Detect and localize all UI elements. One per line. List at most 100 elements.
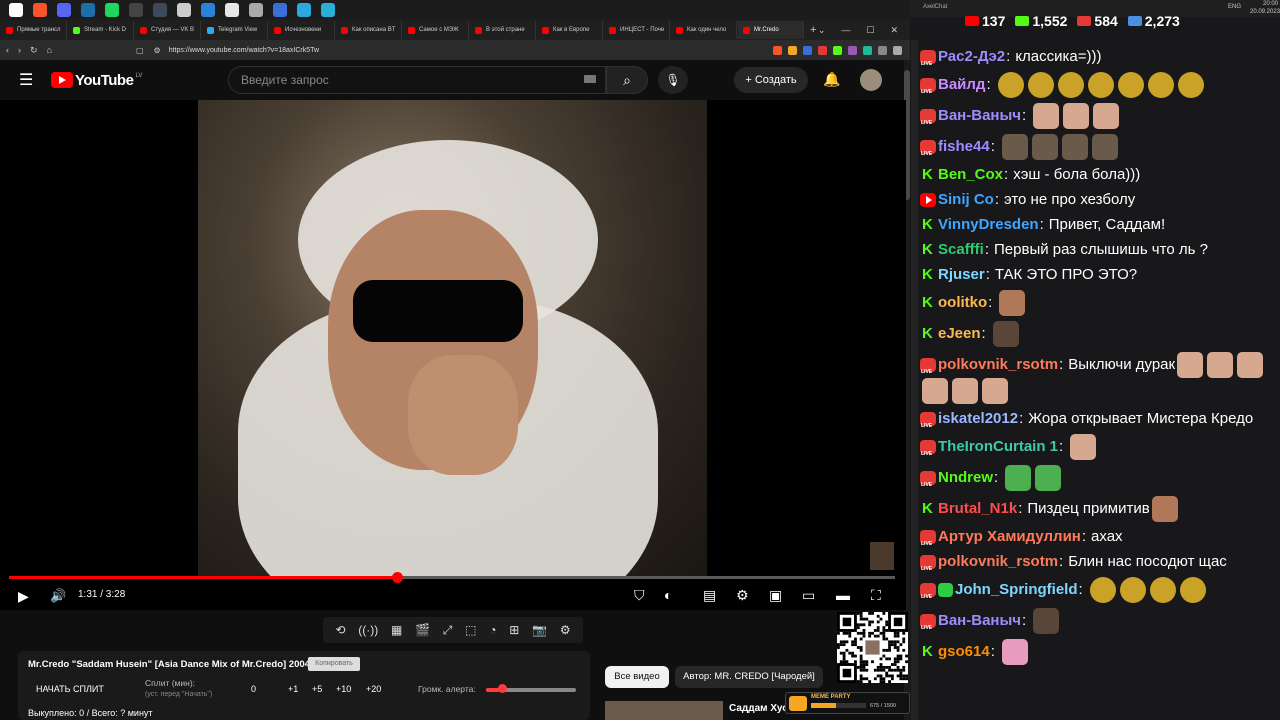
chat-username[interactable]: Rjuser [938,265,985,285]
chat-username[interactable]: polkovnik_rsotm [938,355,1058,375]
brave-shield-icon[interactable] [773,45,782,55]
recommendation-title[interactable]: Саддам Хус [729,703,788,714]
close-window-button[interactable]: ✕ [890,25,898,36]
subtitles-icon[interactable]: ▤ [703,587,716,604]
browser-tab[interactable]: Как один чело [671,21,737,39]
forward-button[interactable]: › [18,45,21,55]
split-value[interactable]: 0 [251,684,256,694]
windows-icon[interactable] [9,3,23,17]
chat-username[interactable]: Brutal_N1k [938,499,1017,519]
chat-username[interactable]: TheIronCurtain 1 [938,437,1058,457]
keyboard-icon[interactable] [584,75,596,83]
youtube-logo[interactable]: YouTube LV [51,72,142,89]
toolbar-settings-icon[interactable]: ⚙ [560,623,571,637]
discord-icon[interactable] [57,3,71,17]
minimize-button[interactable]: — [841,25,850,36]
app-icon-6[interactable] [297,3,311,17]
progress-bar[interactable] [9,576,895,579]
theater-mode-icon[interactable]: ▭ [802,587,815,604]
browser-tab[interactable]: Студия — VK В [135,21,201,39]
avatar[interactable] [860,69,882,91]
app-icon-4[interactable] [249,3,263,17]
spotify-icon[interactable] [105,3,119,17]
filters-icon[interactable]: ▦ [391,623,402,637]
browser-tab[interactable]: Прямые трансл [1,21,67,39]
channel-watermark[interactable] [870,542,894,570]
back-button[interactable]: ‹ [6,45,9,55]
add-icon[interactable]: ⊞ [509,623,519,637]
chat-username[interactable]: fishe44 [938,137,990,157]
xbox-icon[interactable] [177,3,191,17]
extension-icon[interactable] [863,45,872,55]
steam-icon[interactable] [81,3,95,17]
autoplay-toggle[interactable]: ◐ [664,587,672,603]
extension-icon[interactable] [803,45,812,55]
search-button[interactable]: ⌕ [606,66,648,94]
extension-icon[interactable] [833,45,842,55]
chat-username[interactable]: VinnyDresden [938,215,1039,235]
add-10-button[interactable]: +10 [336,684,351,694]
copy-button[interactable]: Копировать [308,657,360,671]
add-20-button[interactable]: +20 [366,684,381,694]
speed-icon[interactable]: ◔ [489,623,496,637]
extension-icon[interactable] [818,45,827,55]
browser-tab[interactable]: Как в Европе [537,21,603,39]
extension-icon[interactable] [788,45,797,55]
add-1-button[interactable]: +1 [288,684,298,694]
voice-search-button[interactable]: 🎙 [658,66,688,94]
tab-search-button[interactable]: ⌄ [818,25,826,36]
browser-tab[interactable]: В этой стране [470,21,536,39]
chat-username[interactable]: Ван-Ваныч [938,611,1021,631]
bookmark-icon[interactable]: ▢ [136,46,144,55]
browser-tab[interactable]: Stream - Kick D [68,21,134,39]
extension-icon[interactable] [848,45,857,55]
browser-tab[interactable]: Как описана BT [336,21,402,39]
home-button[interactable]: ⌂ [47,45,52,55]
url-field[interactable]: https://www.youtube.com/watch?v=18axICrk… [169,43,669,57]
chat-username[interactable]: Ben_Cox [938,165,1003,185]
fullscreen-icon[interactable]: ⛶ [871,587,881,604]
brave-icon[interactable] [33,3,47,17]
chat-username[interactable]: Nndrew [938,468,993,488]
audio-mode-icon[interactable]: ((·)) [358,623,378,637]
recommendation-thumbnail[interactable] [605,701,723,720]
chip-author[interactable]: Автор: MR. CREDO [Чародей] [675,666,823,688]
app-icon-3[interactable] [225,3,239,17]
sponsorblock-icon[interactable]: ⛉ [634,587,645,604]
settings-gear-icon[interactable]: ⚙ [736,587,749,604]
reload-button[interactable]: ↻ [30,45,38,56]
app-icon-5[interactable] [273,3,287,17]
chat-username[interactable]: Sinij Co [938,190,994,210]
chip-all-videos[interactable]: Все видео [605,666,669,688]
chat-username[interactable]: Рас2-Дэ2 [938,47,1005,67]
loop-icon[interactable]: ⟲ [335,623,345,637]
site-info-icon[interactable]: ⚙ [154,46,161,55]
chat-username[interactable]: eJeen [938,324,981,344]
chat-username[interactable]: Scafffi [938,240,984,260]
miniplayer-icon[interactable]: ▣ [769,587,782,604]
screenshot-icon[interactable]: 📷 [532,623,547,637]
start-split-button[interactable]: НАЧАТЬ СПЛИТ [36,684,104,694]
chat-username[interactable]: Артур Хамидуллин [938,527,1081,547]
extension-icon[interactable] [878,45,887,55]
chat-scrollbar[interactable] [911,40,918,720]
video-player[interactable]: ▶ 🔊 1:31 / 3:28 ⛉ ◐ ▤ ⚙ ▣ ▭ ▬ ⛶ [0,100,906,610]
play-icon[interactable]: ▶ [18,588,29,605]
chat-username[interactable]: iskatel2012 [938,409,1018,429]
chat-username[interactable]: John_Springfield [955,580,1078,600]
new-tab-button[interactable]: + [810,24,816,36]
app-icon[interactable] [153,3,167,17]
chat-username[interactable]: Вайлд [938,75,985,95]
browser-tab[interactable]: Mr.Credo [738,21,804,39]
chat-username[interactable]: polkovnik_rsotm [938,552,1058,572]
browser-tab[interactable]: Исчезновени [269,21,335,39]
menu-icon[interactable] [893,45,902,55]
size-icon[interactable]: ⤢ [443,623,453,638]
chat-username[interactable]: oolitko [938,293,987,313]
create-button[interactable]: + Создать [734,67,808,93]
app-icon-2[interactable] [201,3,215,17]
menu-hamburger-icon[interactable]: ☰ [19,70,33,90]
add-5-button[interactable]: +5 [312,684,322,694]
app-icon-7[interactable] [321,3,335,17]
chat-username[interactable]: gso614 [938,642,990,662]
